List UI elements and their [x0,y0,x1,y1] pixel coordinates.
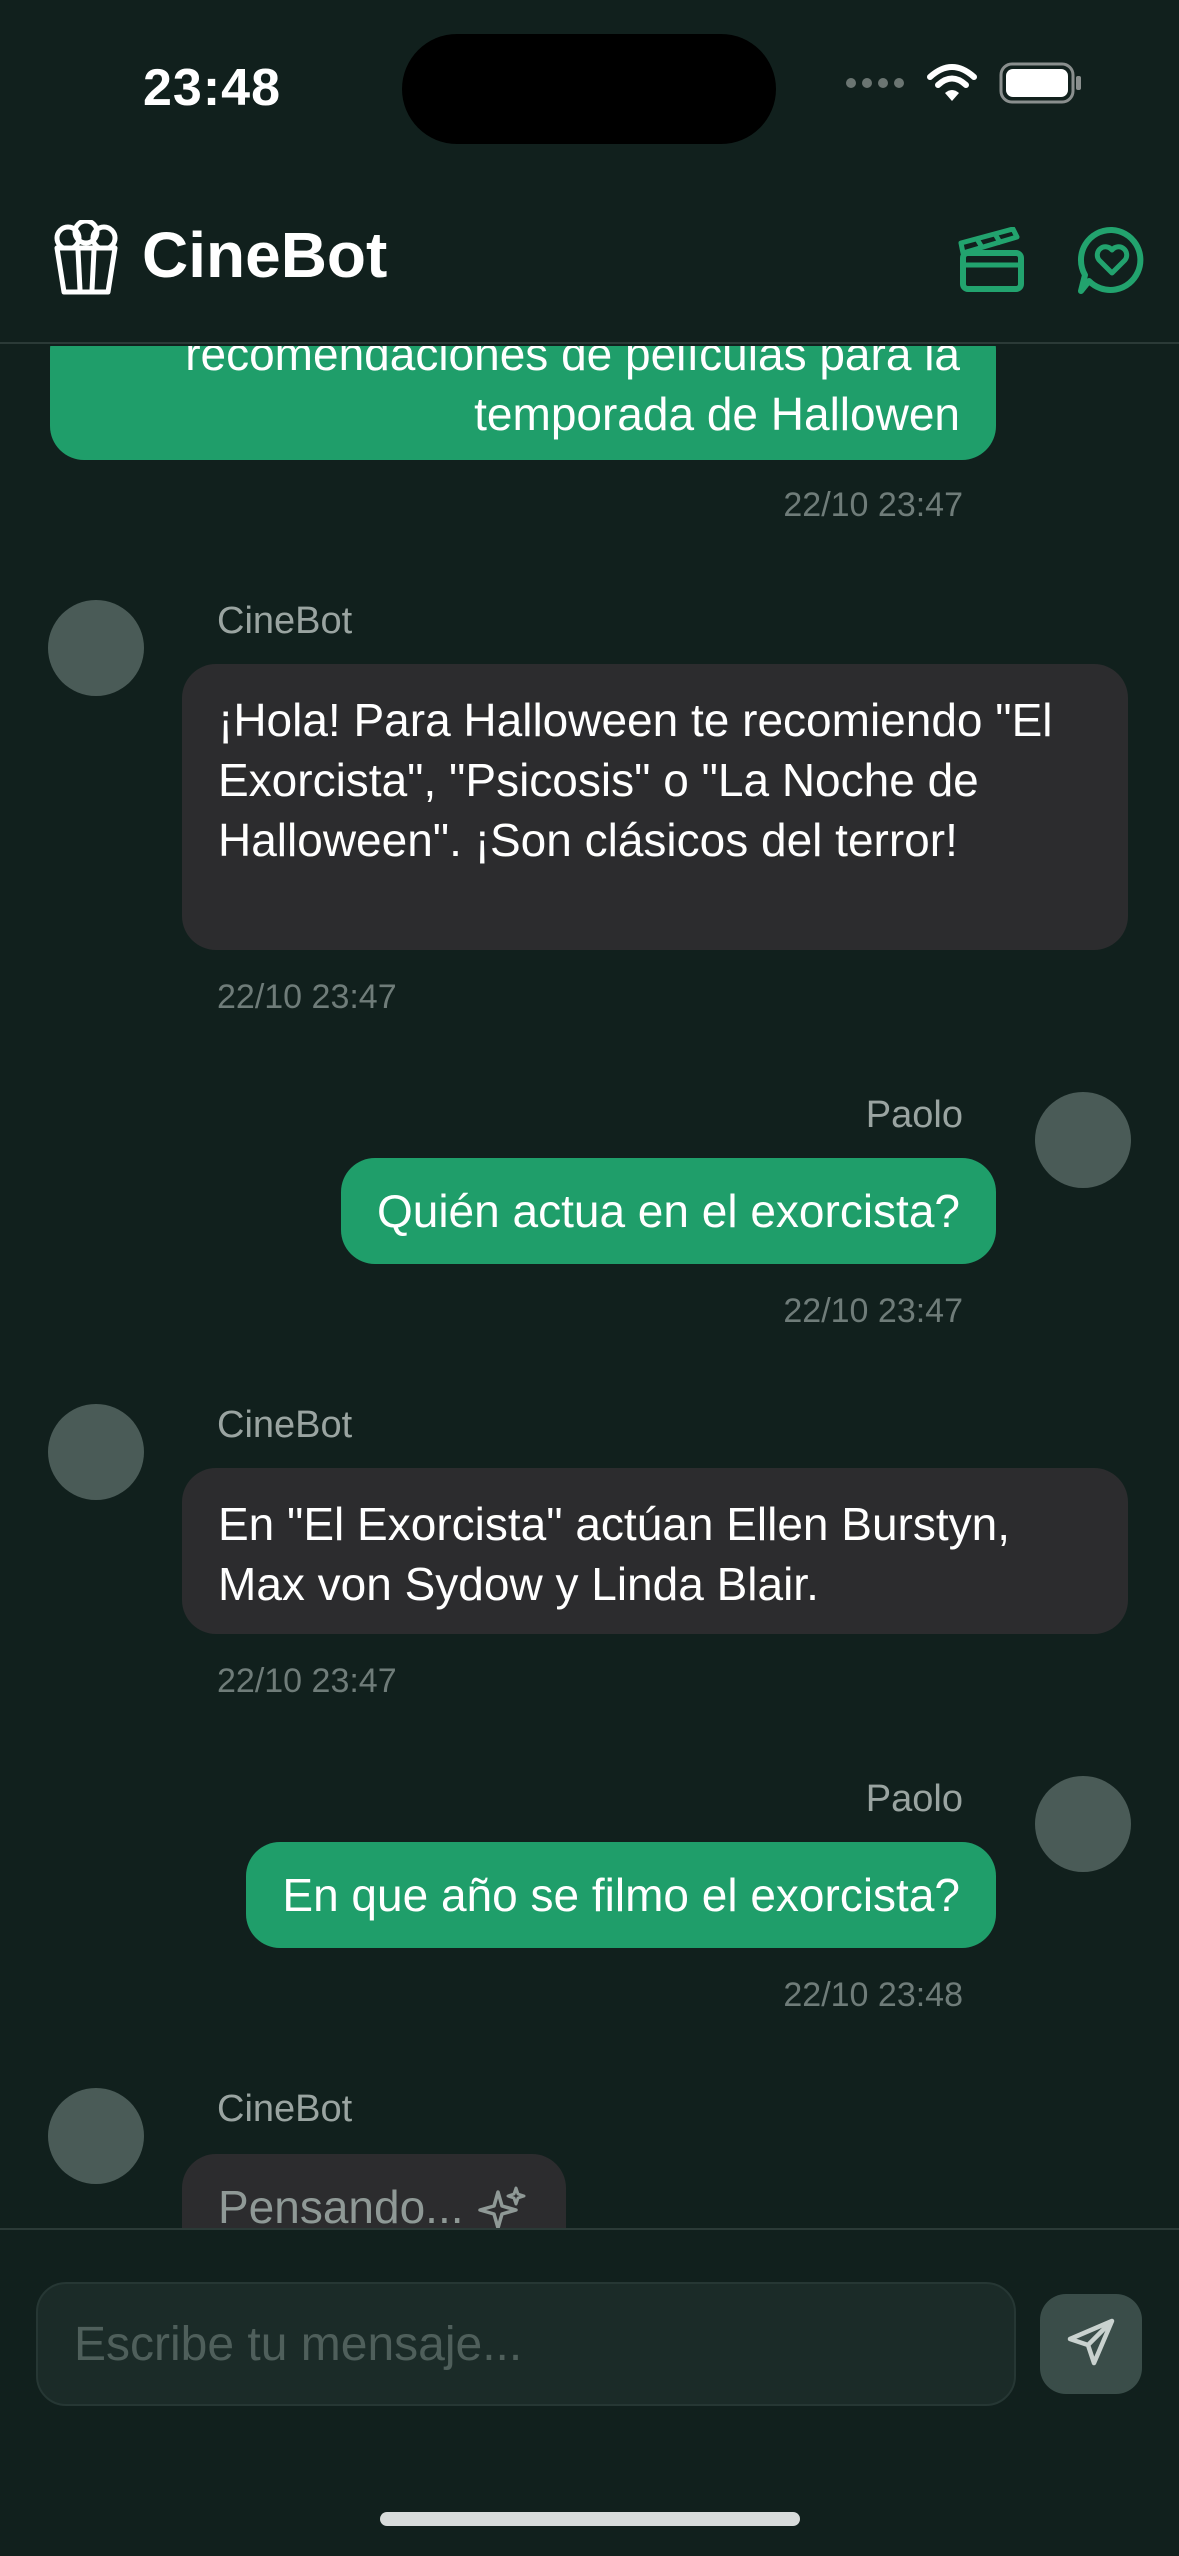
composer-bar [0,2228,1179,2556]
user-message-bubble: En que año se filmo el exorcista? [246,1842,996,1948]
signal-icon [845,75,905,96]
dynamic-island [402,34,776,144]
bot-avatar [48,2088,144,2184]
message-timestamp: 22/10 23:48 [783,1976,963,2014]
sender-name: CineBot [217,2088,353,2130]
sparkles-icon [477,2186,526,2228]
message-text-line: temporada de Hallowen [474,388,960,440]
chat-heart-icon [1077,225,1147,300]
send-button[interactable] [1040,2294,1142,2394]
thinking-text: Pensando... [218,2181,464,2228]
user-avatar [1035,1092,1131,1188]
message-list[interactable]: recomendaciones de películas para la tem… [0,346,1179,2228]
message-text: En "El Exorcista" actúan Ellen Burstyn, … [218,1498,1011,1610]
message-timestamp: 22/10 23:47 [783,486,963,524]
popcorn-icon [52,218,120,301]
sender-name: CineBot [217,1404,353,1446]
favorites-chat-button[interactable] [1072,222,1152,302]
chat-screen: 23:48 CineBot recomendaciones de películ… [0,0,1179,2556]
bot-avatar [48,1404,144,1500]
home-indicator[interactable] [380,2512,800,2526]
bot-message-bubble: ¡Hola! Para Halloween te recomiendo "El … [182,664,1128,950]
message-timestamp: 22/10 23:47 [217,1662,397,1700]
app-header: CineBot [0,190,1179,344]
movies-button[interactable] [952,222,1032,302]
user-avatar [1035,1776,1131,1872]
bot-avatar [48,600,144,696]
user-message-bubble: recomendaciones de películas para la tem… [50,346,996,460]
status-indicators [845,62,1083,109]
thinking-indicator: Pensando... [182,2154,566,2228]
message-text: Quién actua en el exorcista? [376,1185,960,1237]
clapperboard-icon [957,226,1027,298]
sender-name: Paolo [865,1778,963,1820]
message-timestamp: 22/10 23:47 [783,1292,963,1330]
message-text: En que año se filmo el exorcista? [282,1869,960,1921]
status-time: 23:48 [143,59,281,117]
user-message-bubble: Quién actua en el exorcista? [340,1158,996,1264]
message-text: ¡Hola! Para Halloween te recomiendo "El … [218,694,1053,866]
message-input[interactable] [36,2282,1016,2406]
message-timestamp: 22/10 23:47 [217,978,397,1016]
battery-icon [999,62,1083,109]
app-title: CineBot [142,219,388,291]
sender-name: Paolo [865,1094,963,1136]
send-icon [1064,2315,1118,2374]
bot-message-bubble: En "El Exorcista" actúan Ellen Burstyn, … [182,1468,1128,1634]
sender-name: CineBot [217,600,353,642]
wifi-icon [927,63,977,108]
message-text-line: recomendaciones de películas para la [185,346,960,380]
